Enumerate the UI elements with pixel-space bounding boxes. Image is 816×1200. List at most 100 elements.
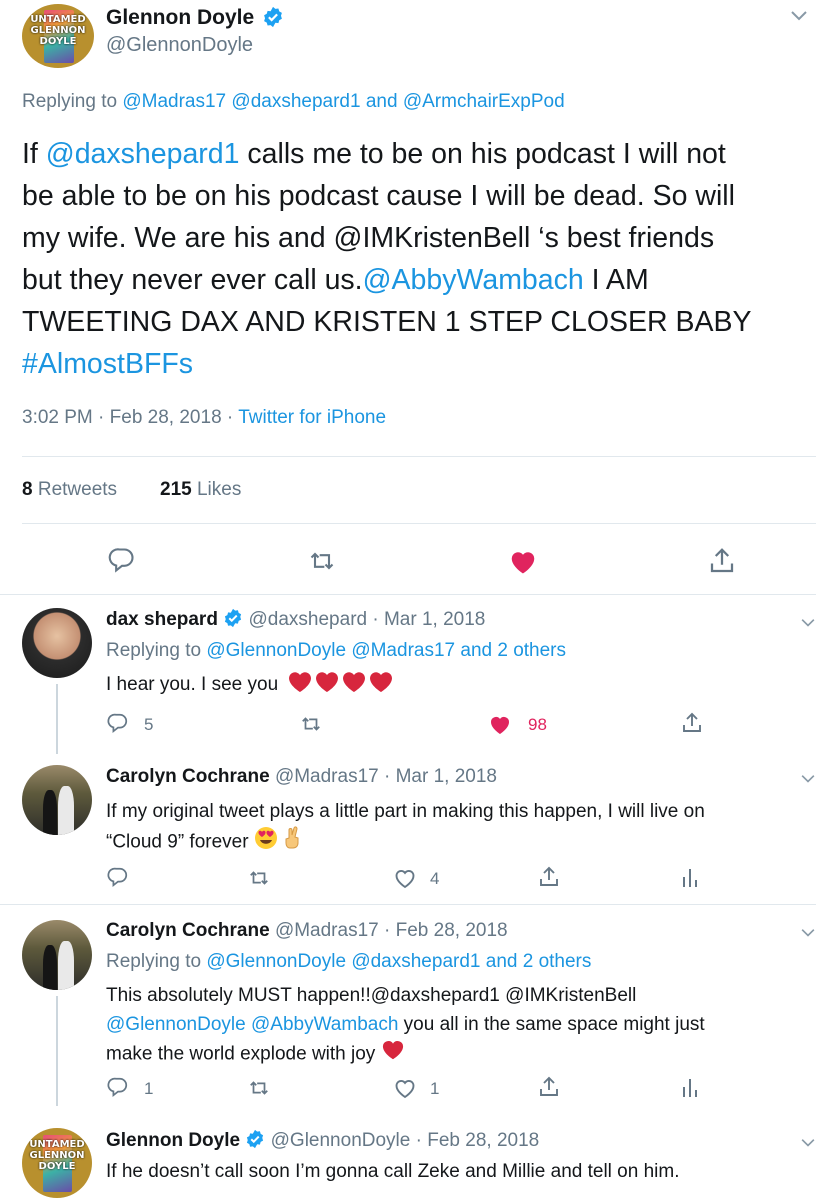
divider xyxy=(22,523,816,524)
chevron-down-icon[interactable] xyxy=(800,1138,816,1148)
reply-display-name[interactable]: Glennon Doyle xyxy=(106,1130,240,1151)
share-icon[interactable] xyxy=(537,865,561,889)
author-display-name[interactable]: Glennon Doyle xyxy=(106,6,254,29)
author-name-row[interactable]: Glennon Doyle xyxy=(106,4,284,32)
reply-date[interactable]: · Mar 1, 2018 xyxy=(384,766,497,787)
avatar-book-title: UNTAMED GLENNON DOYLE xyxy=(30,13,86,47)
thread-line xyxy=(56,996,58,1106)
analytics-icon[interactable] xyxy=(680,865,700,889)
reply-text: This absolutely MUST happen!!@daxshepard… xyxy=(106,981,705,1070)
reply-icon[interactable] xyxy=(106,1076,130,1098)
replying-mentions[interactable]: @GlennonDoyle @daxshepard1 and 2 others xyxy=(206,951,591,972)
mention-link[interactable]: @Madras17 xyxy=(122,91,226,112)
likes-label: Likes xyxy=(196,479,242,500)
reply-handle[interactable]: @Madras17 xyxy=(275,766,379,787)
retweet-icon[interactable] xyxy=(246,1077,272,1099)
tweet-source[interactable]: Twitter for iPhone xyxy=(238,407,386,428)
heart-eyes-emoji xyxy=(254,826,278,859)
reply-count: 5 xyxy=(144,715,154,734)
reply-avatar[interactable]: UNTAMED GLENNON DOYLE xyxy=(22,1128,92,1198)
verified-badge-icon xyxy=(264,6,282,28)
reply-header: dax shepard @daxshepard · Mar 1, 2018 xyxy=(106,609,485,631)
reply-handle[interactable]: @Madras17 xyxy=(275,920,379,941)
like-count: 4 xyxy=(430,869,440,888)
tweet-time[interactable]: 3:02 PM xyxy=(22,407,93,428)
hashtag-link[interactable]: #AlmostBFFs xyxy=(22,343,802,385)
replying-and: and xyxy=(365,91,398,112)
likes-count: 215 xyxy=(160,479,192,500)
reply-avatar[interactable] xyxy=(22,920,92,990)
like-icon[interactable] xyxy=(488,713,512,735)
chevron-down-icon[interactable] xyxy=(800,928,816,938)
like-count: 98 xyxy=(528,715,547,734)
reply-text: If he doesn’t call soon I’m gonna call Z… xyxy=(106,1161,680,1182)
replying-to-line: Replying to @GlennonDoyle @Madras17 and … xyxy=(106,640,567,661)
reply-count: 1 xyxy=(144,1079,154,1098)
divider xyxy=(22,456,816,457)
verified-badge-icon xyxy=(225,609,242,628)
tweet-text: If @daxshepard1 calls me to be on his po… xyxy=(22,133,802,385)
reply-avatar[interactable] xyxy=(22,608,92,678)
chevron-down-icon[interactable] xyxy=(800,618,816,628)
retweets-count: 8 xyxy=(22,479,33,500)
mention-link[interactable]: @AbbyWambach xyxy=(363,264,584,296)
reply-text: I hear you. I see you xyxy=(106,670,397,700)
reply-display-name[interactable]: dax shepard xyxy=(106,609,218,630)
retweet-icon[interactable] xyxy=(306,547,338,575)
avatar-book-title: UNTAMED GLENNON DOYLE xyxy=(29,1138,85,1172)
reply-header: Glennon Doyle @GlennonDoyle · Feb 28, 20… xyxy=(106,1130,539,1152)
mention-link[interactable]: @ArmchairExpPod xyxy=(403,91,565,112)
reply-handle[interactable]: @GlennonDoyle xyxy=(271,1130,411,1151)
author-avatar[interactable]: UNTAMED GLENNON DOYLE xyxy=(22,4,94,68)
retweets-stat[interactable]: 8 Retweets xyxy=(22,479,117,501)
reply-icon[interactable] xyxy=(106,712,130,734)
verified-badge-icon xyxy=(247,1130,264,1149)
reply-handle[interactable]: @daxshepard xyxy=(249,609,368,630)
tweet-date[interactable]: Feb 28, 2018 xyxy=(110,407,222,428)
reply-date[interactable]: · Feb 28, 2018 xyxy=(384,920,508,941)
retweet-icon[interactable] xyxy=(298,713,324,735)
chevron-down-icon[interactable] xyxy=(790,10,808,22)
reply-header: Carolyn Cochrane @Madras17 · Mar 1, 2018 xyxy=(106,766,497,788)
tweet-text-line: TWEETING DAX AND KRISTEN 1 STEP CLOSER B… xyxy=(22,306,752,338)
reply-date[interactable]: · Mar 1, 2018 xyxy=(372,609,485,630)
like-icon[interactable] xyxy=(508,547,538,575)
reply-text: If my original tweet plays a little part… xyxy=(106,797,705,859)
reply-date[interactable]: · Feb 28, 2018 xyxy=(416,1130,540,1151)
mention-link[interactable]: @daxshepard1 xyxy=(231,91,360,112)
reply-display-name[interactable]: Carolyn Cochrane xyxy=(106,766,270,787)
replying-to-line: Replying to @Madras17 @daxshepard1 and @… xyxy=(22,91,565,113)
red-heart-emoji xyxy=(287,670,397,700)
tweet-text-line: If @daxshepard1 calls me to be on his po… xyxy=(22,138,726,170)
reply-icon[interactable] xyxy=(106,866,130,888)
tweet-text-line: be able to be on his podcast cause I wil… xyxy=(22,180,735,212)
reply-display-name[interactable]: Carolyn Cochrane xyxy=(106,920,270,941)
share-icon[interactable] xyxy=(537,1075,561,1099)
replying-prefix: Replying to xyxy=(22,91,118,112)
like-count: 1 xyxy=(430,1079,440,1098)
like-icon[interactable] xyxy=(393,1077,417,1099)
retweets-label: Retweets xyxy=(37,479,118,500)
share-icon[interactable] xyxy=(680,711,704,735)
tweet-meta: 3:02 PM · Feb 28, 2018 · Twitter for iPh… xyxy=(22,407,387,428)
divider xyxy=(0,904,816,905)
mention-link[interactable]: @GlennonDoyle @AbbyWambach xyxy=(106,1014,398,1035)
mention-link[interactable]: @daxshepard1 xyxy=(46,138,240,170)
tweet-text-line: but they never ever call us.@AbbyWambach… xyxy=(22,264,649,296)
analytics-icon[interactable] xyxy=(680,1075,700,1099)
likes-stat[interactable]: 215 Likes xyxy=(160,479,241,501)
retweet-icon[interactable] xyxy=(246,867,272,889)
chevron-down-icon[interactable] xyxy=(800,774,816,784)
reply-avatar[interactable] xyxy=(22,765,92,835)
author-handle[interactable]: @GlennonDoyle xyxy=(106,34,253,57)
replying-to-line: Replying to @GlennonDoyle @daxshepard1 a… xyxy=(106,951,592,972)
divider xyxy=(0,594,816,595)
thread-line xyxy=(56,684,58,754)
crossed-fingers-emoji xyxy=(283,826,303,859)
like-icon[interactable] xyxy=(393,867,417,889)
share-icon[interactable] xyxy=(707,546,737,576)
red-heart-emoji xyxy=(381,1039,405,1070)
tweet-text-line: my wife. We are his and @IMKristenBell ‘… xyxy=(22,222,715,254)
reply-icon[interactable] xyxy=(107,546,137,574)
replying-mentions[interactable]: @GlennonDoyle @Madras17 and 2 others xyxy=(206,640,566,661)
